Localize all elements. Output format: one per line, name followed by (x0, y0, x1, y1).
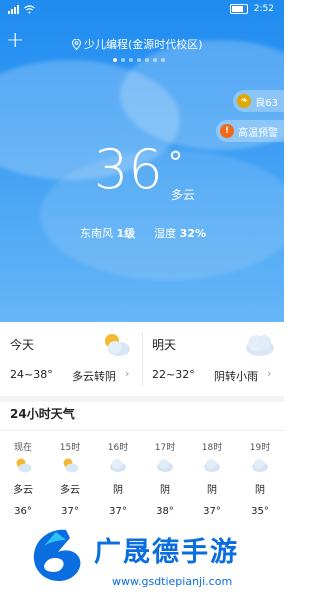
leaf-icon: ❧ (237, 94, 252, 108)
hour-temp: 35° (251, 506, 269, 517)
hour-weather: 阴 (255, 485, 265, 496)
forecast-today[interactable]: 今天 24~38° 多云转阴 › (0, 322, 142, 396)
cloudy-icon (157, 459, 173, 472)
page-dot (113, 58, 117, 62)
status-time: 2:52 (253, 4, 274, 14)
hourly-item: 19时 阴 35° (240, 440, 280, 517)
hour-weather: 阴 (113, 485, 123, 496)
humidity-label: 湿度 (154, 227, 177, 240)
hourly-title: 24小时天气 (10, 407, 75, 421)
aqi-label: 良63 (255, 97, 278, 109)
hour-time: 15时 (59, 443, 81, 453)
page-indicator (113, 58, 165, 62)
partly-cloudy-icon (16, 458, 32, 473)
hour-time: 18时 (201, 443, 223, 453)
watermark-logo-icon (33, 529, 81, 582)
daily-forecast: 今天 24~38° 多云转阴 › 明天 22~32° 阴转小雨 › (0, 322, 284, 396)
aqi-badge[interactable]: ❧ 良63 (233, 90, 284, 112)
forecast-desc: 多云转阴 (72, 370, 116, 383)
section-divider (0, 396, 284, 402)
wind-value: 1级 (116, 227, 136, 240)
divider (0, 430, 284, 431)
wind-label: 东南风 (80, 227, 113, 240)
current-temperature: 36 (94, 138, 163, 201)
hour-weather: 阴 (207, 485, 217, 496)
page-dot (153, 58, 157, 62)
forecast-range: 24~38° (10, 368, 53, 381)
hour-weather: 阴 (160, 485, 170, 496)
battery-icon (229, 4, 248, 14)
page-dot (145, 58, 149, 62)
hourly-item: 16时 阴 37° (98, 440, 138, 517)
hourly-item: 现在 多云 36° (3, 440, 43, 517)
alert-icon: ! (220, 124, 234, 138)
hourly-item: 17时 阴 38° (145, 440, 185, 517)
partly-cloudy-icon (105, 334, 130, 356)
page-dot (137, 58, 141, 62)
location-pin-icon (72, 38, 81, 50)
watermark-name: 广晟德手游 (94, 537, 239, 568)
hour-time: 19时 (249, 443, 271, 453)
hourly-item: 15时 多云 37° (50, 440, 90, 517)
hourly-item: 18时 阴 37° (192, 440, 232, 517)
forecast-desc: 阴转小雨 (214, 370, 258, 383)
page-dot (129, 58, 133, 62)
forecast-range: 22~32° (152, 368, 195, 381)
page-dot (161, 58, 165, 62)
chevron-right-icon: › (125, 367, 130, 380)
alert-label: 高温预警 (238, 127, 278, 139)
location-selector[interactable]: 少儿编程(金源时代校区) (72, 36, 203, 52)
cloudy-icon (252, 459, 268, 472)
wifi-icon (24, 5, 35, 14)
forecast-tomorrow[interactable]: 明天 22~32° 阴转小雨 › (142, 322, 284, 396)
location-name: 少儿编程(金源时代校区) (84, 38, 203, 51)
wind-humidity-row: 东南风 1级 湿度 32% (80, 225, 206, 241)
forecast-day: 今天 (10, 338, 35, 352)
hour-temp: 36° (14, 506, 32, 517)
chevron-right-icon: › (267, 367, 272, 380)
heat-alert-badge[interactable]: ! 高温预警 (216, 120, 284, 142)
hour-time: 16时 (107, 443, 129, 453)
humidity-value: 32% (179, 227, 206, 240)
partly-cloudy-icon (63, 458, 79, 473)
hour-temp: 37° (203, 506, 221, 517)
hour-temp: 37° (109, 506, 127, 517)
hour-temp: 38° (156, 506, 174, 517)
hour-time: 现在 (13, 443, 32, 453)
cloudy-icon (246, 335, 274, 356)
hour-time: 17时 (154, 443, 176, 453)
cloudy-icon (110, 459, 126, 472)
watermark: 广晟德手游 www.gsdtiepianji.com (20, 520, 284, 600)
add-city-button[interactable]: + (6, 30, 24, 52)
watermark-url: www.gsdtiepianji.com (112, 575, 233, 588)
page-dot (121, 58, 125, 62)
current-condition: 多云 (171, 188, 196, 202)
hour-weather: 多云 (60, 485, 80, 496)
cloudy-icon (204, 459, 220, 472)
signal-icon (8, 5, 35, 14)
hour-temp: 37° (61, 506, 79, 517)
weather-hero: 2:52 + 少儿编程(金源时代校区) ❧ 良63 ! 高温预警 36 ° 多云… (0, 0, 284, 322)
degree-symbol: ° (168, 146, 183, 181)
hour-weather: 多云 (13, 485, 33, 496)
forecast-day: 明天 (152, 338, 177, 352)
status-bar: 2:52 (0, 0, 284, 20)
